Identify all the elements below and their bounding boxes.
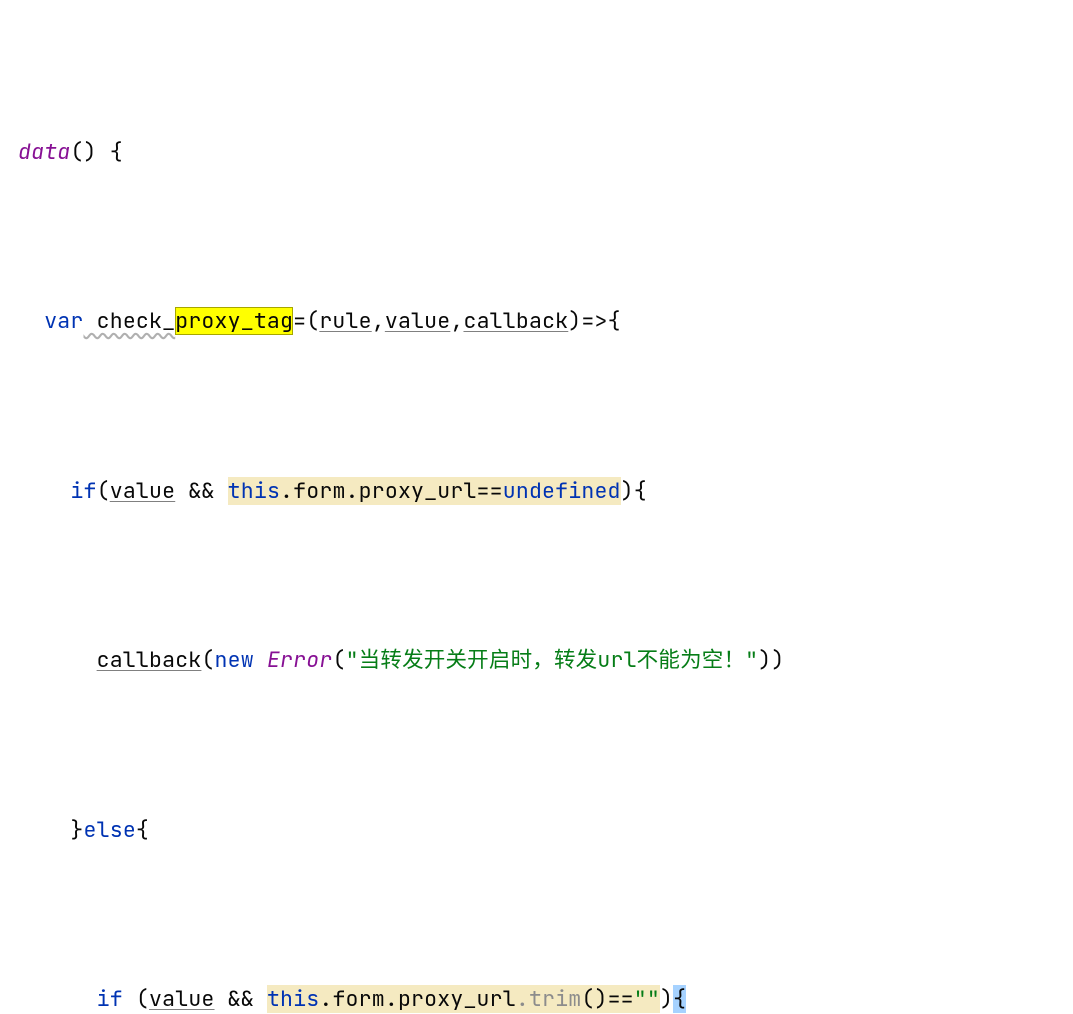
warn-token: this.form.proxy_url.trim()=="" [267,985,660,1013]
code-line[interactable]: data() { [0,131,1073,173]
selection: { [673,985,686,1013]
code-line[interactable]: }else{ [0,809,1073,851]
highlighted-token: proxy_tag [175,307,293,335]
code-line[interactable]: if (value && this.form.proxy_url.trim()=… [0,978,1073,1014]
code-line[interactable]: if(value && this.form.proxy_url==undefin… [0,470,1073,512]
fn-name: data [18,138,70,166]
code-editor[interactable]: data() { var check_proxy_tag=(rule,value… [0,0,1073,1014]
code-line[interactable]: var check_proxy_tag=(rule,value,callback… [0,300,1073,342]
code-line[interactable]: callback(new Error("当转发开关开启时，转发url不能为空！"… [0,639,1073,681]
warn-token: this.form.proxy_url==undefined [228,477,621,505]
